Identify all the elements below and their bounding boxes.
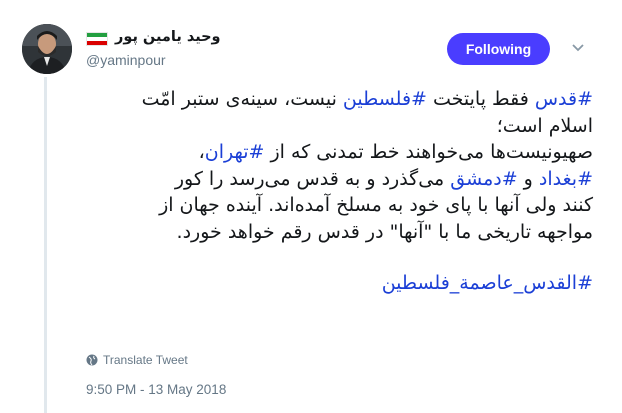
hashtag-link[interactable]: #بغداد [539, 168, 593, 190]
tweet-line: صهیونیست‌ها می‌خواهند خط تمدنی که از #ته… [90, 139, 593, 166]
tweet-text-segment: صهیونیست‌ها می‌خواهند خط تمدنی که از [264, 141, 594, 163]
tweet-text: #قدس فقط پایتخت #فلسطین نیست، سینه‌ی ستب… [90, 86, 593, 297]
tweet-text-segment: و [517, 167, 539, 190]
tweet-text-segment: اسلام است؛ [496, 114, 593, 137]
tweet-line: اسلام است؛ [90, 113, 593, 140]
globe-icon [86, 354, 98, 366]
tweet-line: #القدس_عاصمة_فلسطين [90, 270, 593, 297]
iran-flag-icon [86, 32, 108, 46]
tweet-text-segment: مواجهه تاریخی ما با "آنها" در قدس رقم خو… [176, 220, 593, 243]
chevron-down-icon[interactable] [571, 41, 585, 55]
translate-tweet-label[interactable]: Translate Tweet [103, 353, 188, 367]
tweet-line: #قدس فقط پایتخت #فلسطین نیست، سینه‌ی ستب… [90, 86, 593, 113]
tweet-line: #بغداد و #دمشق می‌گذرد و به قدس می‌رسد ر… [90, 166, 593, 193]
hashtag-link[interactable]: #فلسطین [343, 88, 427, 110]
hashtag-link[interactable]: #القدس_عاصمة_فلسطين [382, 272, 593, 294]
author-name[interactable]: وحید یامین پور [115, 29, 221, 45]
author-handle[interactable]: @yaminpour [86, 52, 166, 68]
thread-line [44, 77, 47, 413]
tweet-text-segment: کنند ولی آنها با پای خود به مسلخ آمده‌ان… [159, 194, 593, 216]
tweet-timestamp[interactable]: 9:50 PM - 13 May 2018 [86, 382, 226, 397]
hashtag-link[interactable]: #تهران [205, 141, 265, 163]
tweet-text-segment: نیست، سینه‌ی ستبر امّت [141, 88, 343, 110]
hashtag-link[interactable]: #دمشق [450, 168, 517, 190]
tweet-text-segment: می‌گذرد و به قدس می‌رسد را کور [174, 167, 451, 190]
tweet-text-segment: فقط پایتخت [426, 88, 535, 110]
hashtag-link[interactable]: #قدس [535, 88, 593, 110]
following-button[interactable]: Following [447, 33, 550, 65]
translate-tweet-link[interactable]: Translate Tweet [86, 353, 188, 367]
avatar[interactable] [22, 24, 72, 74]
tweet-line: کنند ولی آنها با پای خود به مسلخ آمده‌ان… [90, 192, 593, 219]
tweet-line: مواجهه تاریخی ما با "آنها" در قدس رقم خو… [90, 219, 593, 246]
